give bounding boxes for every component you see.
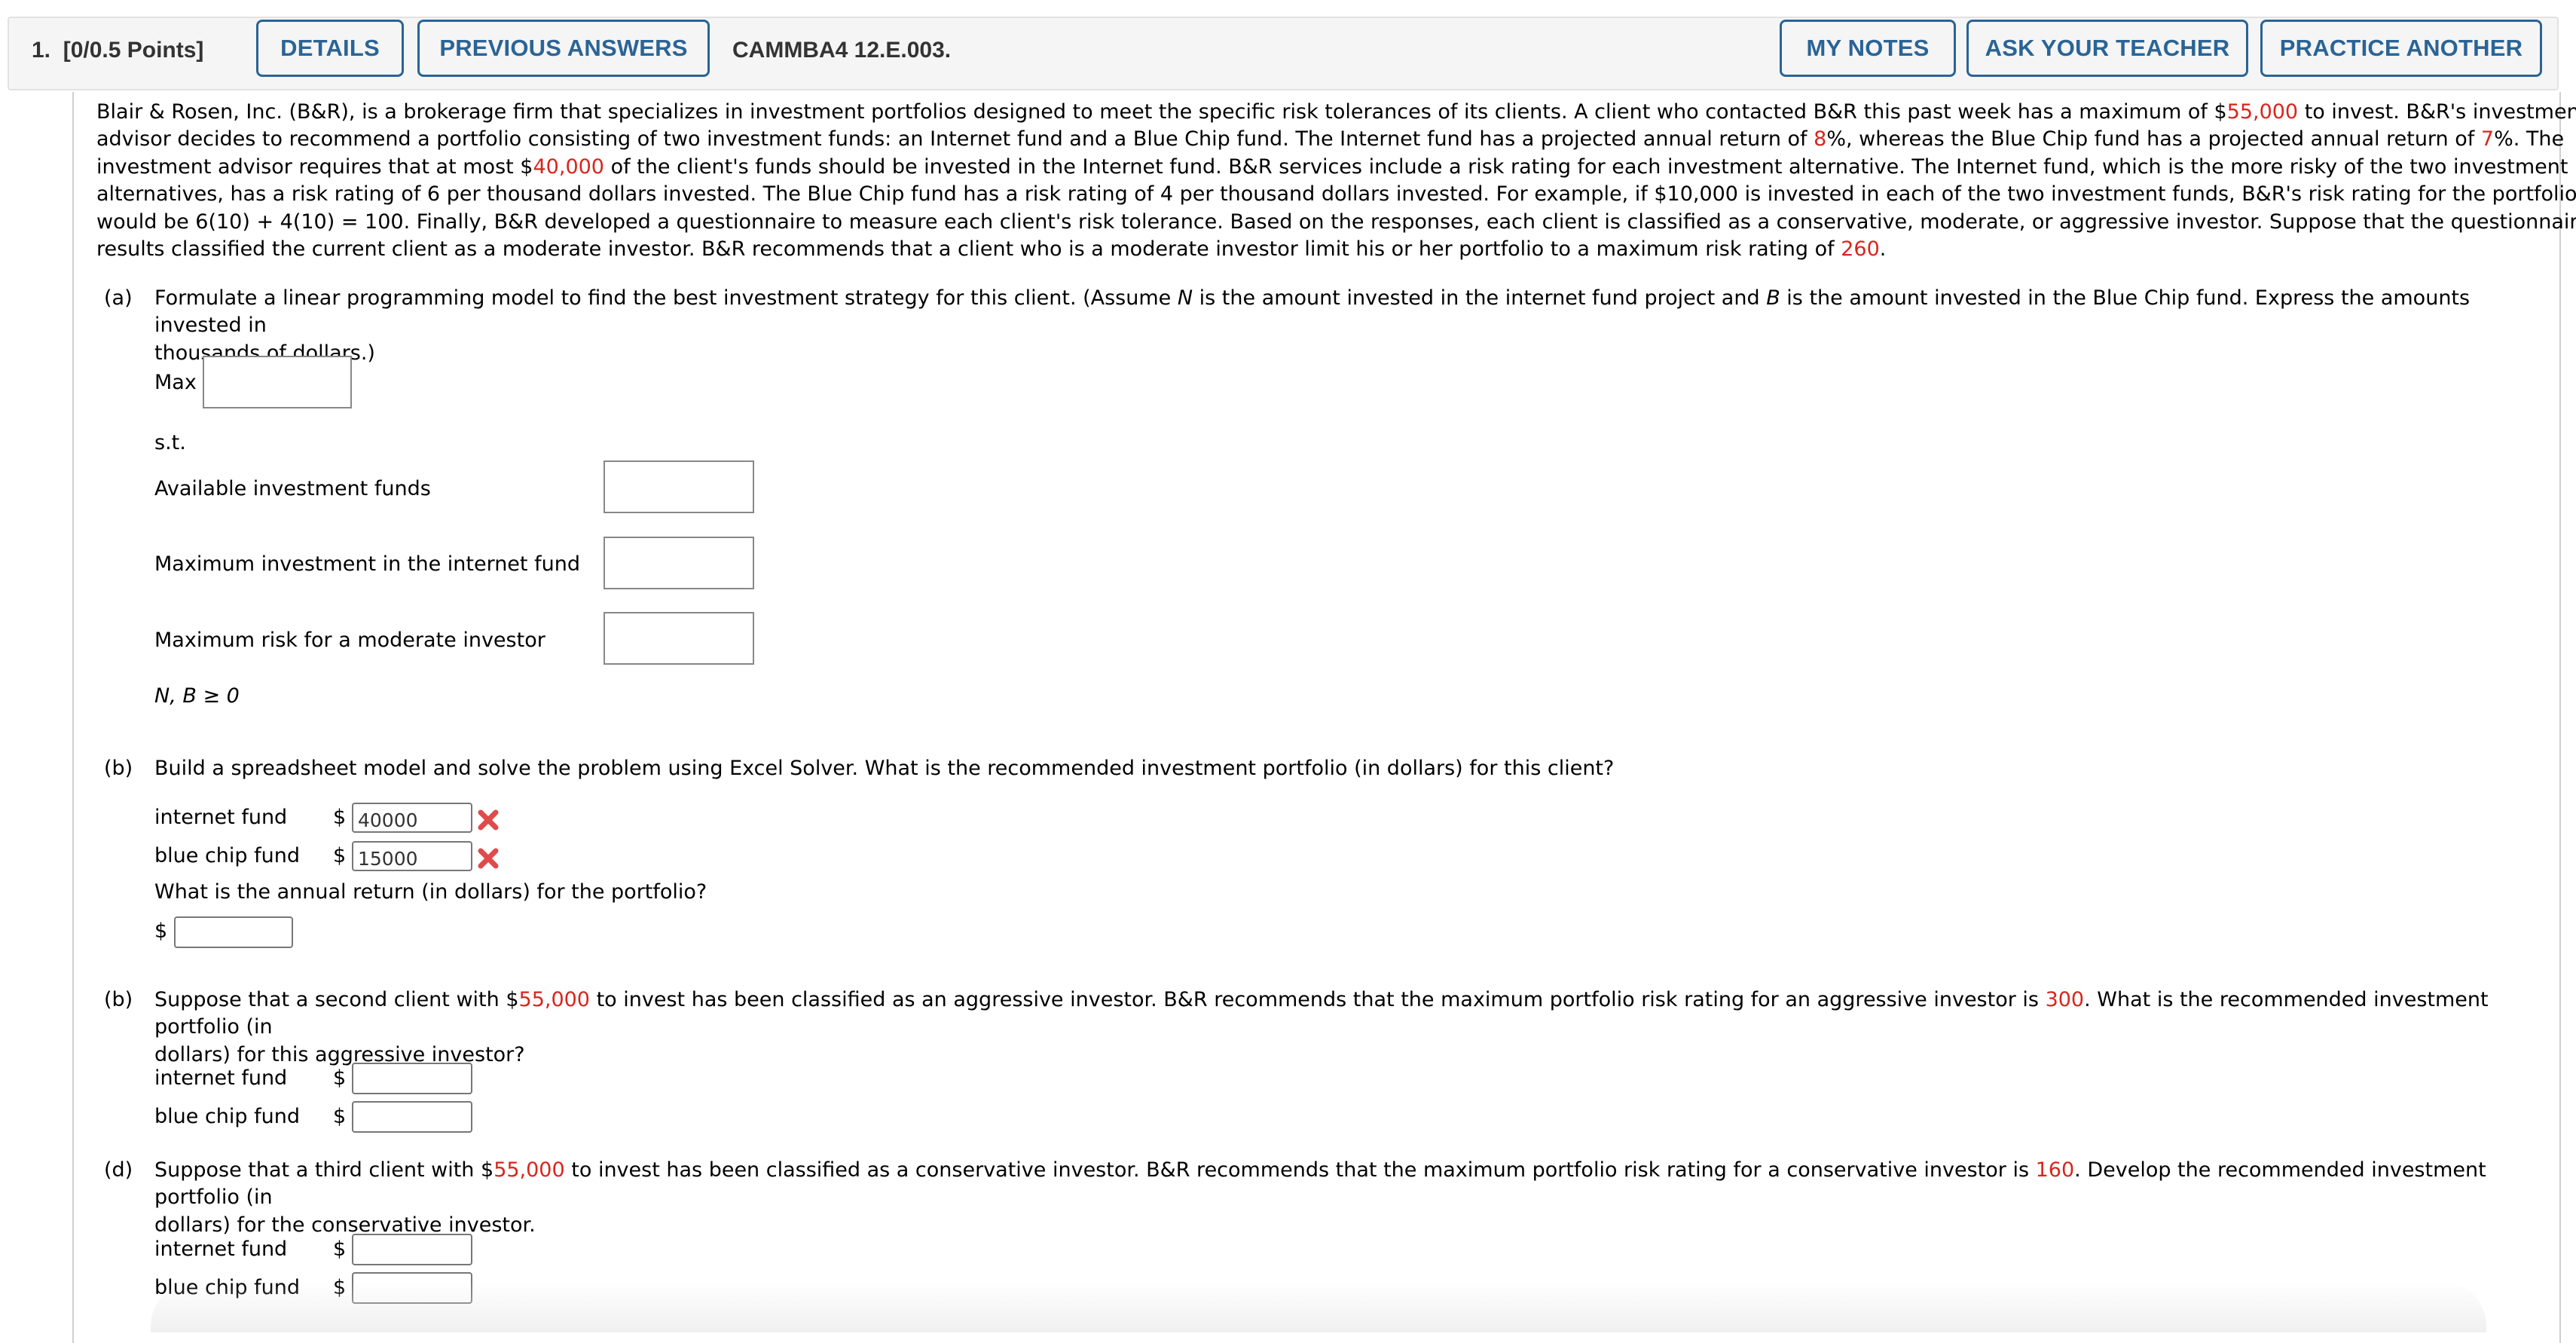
part-d-prompt: Suppose that a third client with $55,000… [154,1157,2535,1239]
intro-text: advisor decides to recommend a portfolio… [96,127,1814,151]
intro-line: results classified the current client as… [96,236,2519,263]
incorrect-x-icon [478,848,499,869]
incorrect-x-icon [478,809,499,831]
intro-line: advisor decides to recommend a portfolio… [96,126,2564,153]
highlighted-value: 40,000 [533,154,604,179]
internet-fund-label: internet fund [154,1066,288,1090]
intro-text: %, whereas the Blue Chip fund has a proj… [1826,127,2481,151]
prompt-text: Suppose that a second client with $ [154,988,519,1011]
intro-text: . [1879,237,1887,262]
objective-function-input[interactable] [203,356,352,408]
problem-code: CAMMBA4 12.E.003. [732,38,952,63]
constraint-label-available-funds: Available investment funds [154,477,431,500]
annual-return-question: What is the annual return (in dollars) f… [154,880,707,904]
intro-text: alternatives, has a risk rating of 6 per… [96,182,2576,206]
constraint-input-max-internet[interactable] [604,537,754,589]
intro-line: would be 6(10) + 4(10) = 100. Finally, B… [96,209,2576,236]
currency-symbol: $ [333,844,347,867]
practice-another-button[interactable]: PRACTICE ANOTHER [2260,20,2542,77]
highlighted-value: 8 [1814,127,1827,151]
currency-symbol: $ [154,919,168,943]
part-d-label: (d) [104,1158,133,1182]
problem-statement: Blair & Rosen, Inc. (B&R), is a brokerag… [96,99,2576,263]
variable-n: N [1177,286,1193,310]
question-header: 1. [0/0.5 Points] DETAILS PREVIOUS ANSWE… [8,17,2559,90]
highlighted-value: 7 [2480,127,2495,151]
constraint-input-max-risk[interactable] [604,612,754,665]
details-button[interactable]: DETAILS [256,20,404,77]
currency-symbol: $ [333,1237,347,1261]
intro-text: investment advisor requires that at most… [96,154,533,179]
part-b-label: (b) [104,988,133,1011]
conservative-internet-fund-input[interactable] [352,1234,472,1265]
highlighted-value: 300 [2045,988,2085,1011]
highlighted-value: 160 [2035,1158,2075,1182]
prompt-text: to invest has been classified as a conse… [564,1158,2036,1182]
intro-text: Blair & Rosen, Inc. (B&R), is a brokerag… [96,100,2227,124]
bottom-fade [151,1281,2486,1332]
prompt-text: Suppose that a third client with $ [154,1158,494,1182]
part-a-prompt: Formulate a linear programming model to … [154,285,2535,367]
currency-symbol: $ [333,806,347,829]
previous-answers-button[interactable]: PREVIOUS ANSWERS [417,20,710,77]
currency-symbol: $ [333,1105,347,1128]
intro-text: results classified the current client as… [96,237,1841,262]
constraint-input-available-funds[interactable] [604,460,754,513]
internet-fund-label: internet fund [154,806,288,829]
intro-text: of the client's funds should be invested… [604,154,2568,179]
currency-symbol: $ [333,1066,347,1090]
question-points: 1. [0/0.5 Points] [32,38,203,63]
intro-line: alternatives, has a risk rating of 6 per… [96,181,2576,208]
prompt-text: to invest has been classified as an aggr… [590,988,2046,1011]
blue-chip-fund-label: blue chip fund [154,1105,300,1128]
my-notes-button[interactable]: MY NOTES [1780,20,1956,77]
aggressive-internet-fund-input[interactable] [352,1063,472,1094]
nonnegativity-constraint: N, B ≥ 0 [154,684,240,708]
variable-b: B [1766,286,1780,310]
part-b-aggressive-prompt: Suppose that a second client with $55,00… [154,987,2535,1069]
constraint-label-max-internet: Maximum investment in the internet fund [154,552,580,576]
internet-fund-answer-input[interactable] [352,803,472,833]
highlighted-value: 55,000 [494,1158,565,1182]
intro-text: to invest. B&R's investment [2298,100,2576,124]
aggressive-blue-chip-fund-input[interactable] [352,1101,472,1133]
prompt-text: Formulate a linear programming model to … [154,286,1178,310]
part-b-label: (b) [104,757,133,780]
intro-line: Blair & Rosen, Inc. (B&R), is a brokerag… [96,99,2576,126]
highlighted-value: 260 [1841,237,1880,262]
points-label: [0/0.5 Points] [63,38,204,63]
intro-text: would be 6(10) + 4(10) = 100. Finally, B… [96,210,2576,234]
question-content [72,92,2561,1343]
highlighted-value: 55,000 [518,988,590,1011]
intro-line: investment advisor requires that at most… [96,154,2568,181]
part-a-label: (a) [104,286,133,310]
max-label: Max [154,371,197,394]
st-label: s.t. [154,431,186,454]
prompt-text: is the amount invested in the internet f… [1193,286,1767,310]
blue-chip-fund-label: blue chip fund [154,844,300,867]
highlighted-value: 55,000 [2226,100,2299,124]
blue-chip-fund-answer-input[interactable] [352,841,472,871]
ask-your-teacher-button[interactable]: ASK YOUR TEACHER [1966,20,2248,77]
internet-fund-label: internet fund [154,1237,288,1261]
prompt-text: dollars) for the conservative investor. [154,1213,536,1237]
part-b-prompt: Build a spreadsheet model and solve the … [154,757,1615,780]
question-number: 1. [32,38,51,63]
annual-return-input[interactable] [174,916,293,948]
constraint-label-max-risk: Maximum risk for a moderate investor [154,629,545,652]
intro-text: %. The [2494,127,2565,151]
